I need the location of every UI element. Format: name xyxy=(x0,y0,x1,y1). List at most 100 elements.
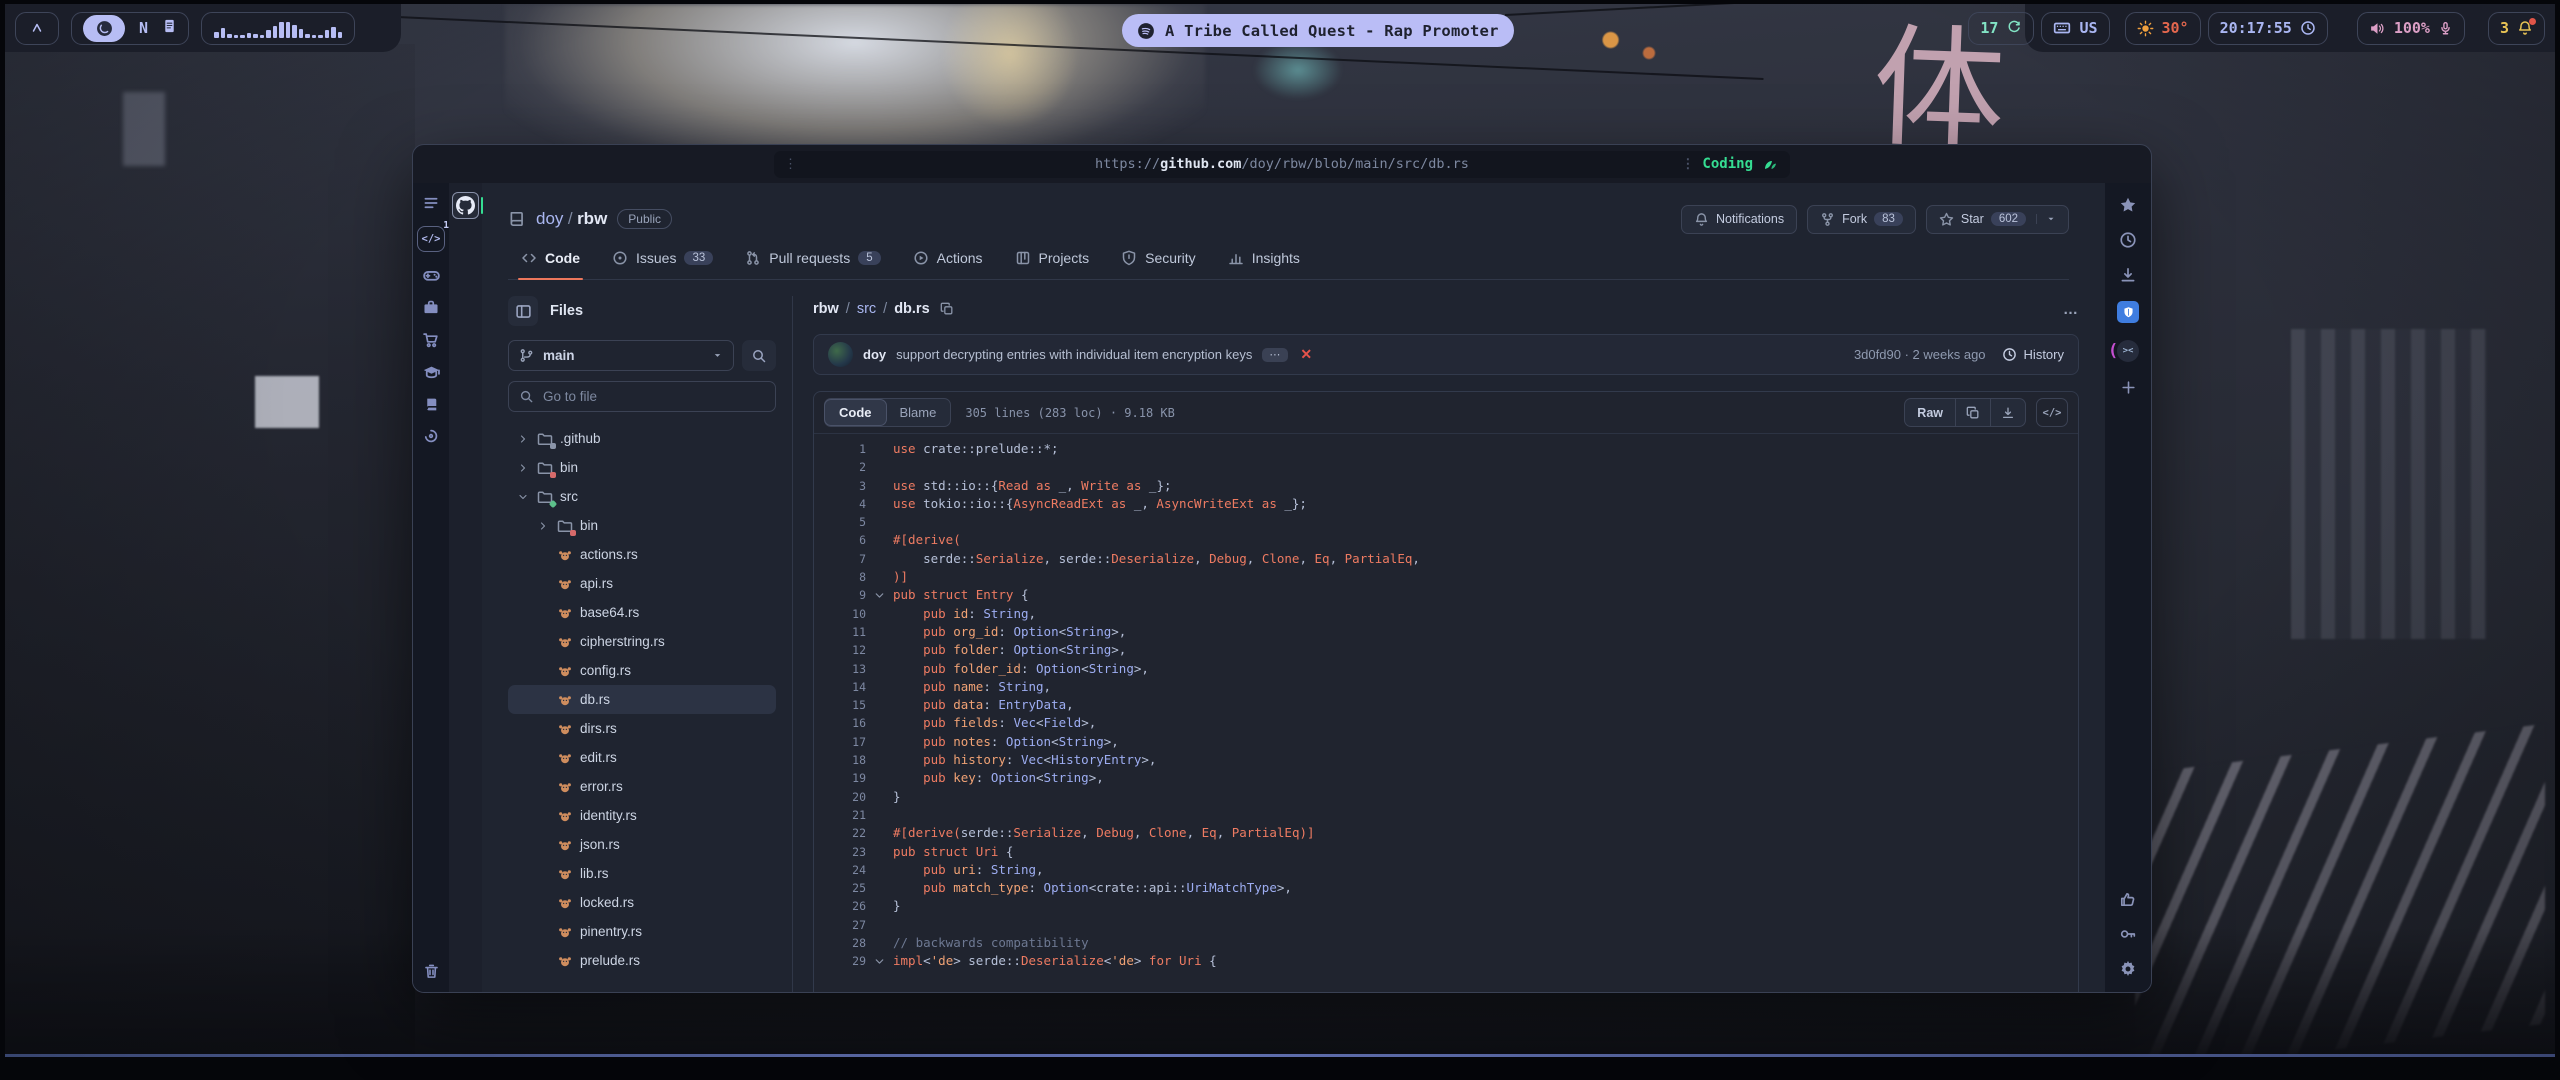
branch-selector[interactable]: main xyxy=(508,340,734,371)
extension-icon[interactable]: ( >< xyxy=(2117,340,2139,362)
trash-icon[interactable] xyxy=(423,963,440,980)
tree-item-api.rs[interactable]: api.rs xyxy=(508,569,776,598)
tray-keyboard-layout[interactable]: US xyxy=(2041,12,2109,45)
ci-status-failed-icon[interactable]: ✕ xyxy=(1300,346,1312,363)
spiral-icon[interactable] xyxy=(422,427,440,445)
copy-file-button[interactable] xyxy=(1956,399,1990,426)
line-number[interactable]: 6 xyxy=(814,531,866,549)
star-count[interactable]: 602 xyxy=(1991,212,2026,226)
line-number[interactable]: 18 xyxy=(814,751,866,769)
download-file-button[interactable] xyxy=(1991,399,2025,426)
line-number[interactable]: 1 xyxy=(814,440,866,458)
notifications-button[interactable]: Notifications xyxy=(1681,205,1797,234)
tray-volume[interactable]: 100% xyxy=(2357,12,2465,45)
commit-message[interactable]: support decrypting entries with individu… xyxy=(896,347,1252,362)
workspace-docs[interactable] xyxy=(162,18,177,38)
raw-button[interactable]: Raw xyxy=(1905,406,1955,420)
tree-item-error.rs[interactable]: error.rs xyxy=(508,772,776,801)
thumbs-up-icon[interactable] xyxy=(2119,890,2137,908)
line-number[interactable]: 13 xyxy=(814,660,866,678)
copy-path-button[interactable] xyxy=(940,302,954,316)
tray-weather[interactable]: 30° xyxy=(2125,12,2201,45)
line-number[interactable]: 25 xyxy=(814,879,866,897)
tab-issues[interactable]: Issues 33 xyxy=(599,250,726,279)
reading-list-icon[interactable] xyxy=(422,194,440,212)
workspace-n[interactable]: N xyxy=(139,19,148,37)
briefcase-icon[interactable] xyxy=(422,299,440,317)
gamepad-icon[interactable] xyxy=(422,266,441,285)
tree-item-edit.rs[interactable]: edit.rs xyxy=(508,743,776,772)
fold-toggle[interactable] xyxy=(866,589,893,602)
tab-insights[interactable]: Insights xyxy=(1215,250,1313,279)
downloads-icon[interactable] xyxy=(2119,266,2137,284)
grip-handle[interactable]: ⋮ xyxy=(1681,157,1693,172)
line-number[interactable]: 23 xyxy=(814,843,866,861)
tab-pull-requests[interactable]: Pull requests 5 xyxy=(732,250,893,279)
media-player-widget[interactable]: A Tribe Called Quest - Rap Promoter xyxy=(1122,14,1514,47)
history-button[interactable]: History xyxy=(2002,347,2064,362)
tray-updates[interactable]: 17 xyxy=(1968,12,2034,45)
line-number[interactable]: 29 xyxy=(814,952,866,970)
line-number[interactable]: 10 xyxy=(814,605,866,623)
more-options-button[interactable]: … xyxy=(2063,301,2079,318)
line-number[interactable]: 26 xyxy=(814,897,866,915)
tree-item-actions.rs[interactable]: actions.rs xyxy=(508,540,776,569)
star-caret[interactable] xyxy=(2036,214,2056,224)
tree-item-pinentry.rs[interactable]: pinentry.rs xyxy=(508,917,776,946)
line-number[interactable]: 7 xyxy=(814,550,866,568)
tree-item-base64.rs[interactable]: base64.rs xyxy=(508,598,776,627)
tree-item-src[interactable]: src xyxy=(508,482,776,511)
line-number[interactable]: 5 xyxy=(814,513,866,531)
grip-handle[interactable]: ⋮ xyxy=(784,157,796,172)
breadcrumb-dir[interactable]: src xyxy=(857,301,876,317)
url-field[interactable]: ⋮ https://github.com/doy/rbw/blob/main/s… xyxy=(774,151,1790,178)
tray-notifications[interactable]: 3 xyxy=(2488,12,2545,45)
book-icon[interactable] xyxy=(423,396,440,413)
commit-sha[interactable]: 3d0fd90 xyxy=(1854,347,1901,362)
cart-icon[interactable] xyxy=(422,331,440,349)
tab-security[interactable]: Security xyxy=(1108,250,1209,279)
tree-item-.github[interactable]: .github xyxy=(508,424,776,453)
graduation-cap-icon[interactable] xyxy=(422,363,441,382)
line-number[interactable]: 22 xyxy=(814,824,866,842)
line-number[interactable]: 16 xyxy=(814,714,866,732)
history-clock-icon[interactable] xyxy=(2119,231,2137,249)
settings-gear-icon[interactable] xyxy=(2119,960,2137,978)
tab-github[interactable] xyxy=(452,192,479,219)
collapse-sidebar-button[interactable] xyxy=(508,296,538,326)
tree-item-config.rs[interactable]: config.rs xyxy=(508,656,776,685)
tree-item-json.rs[interactable]: json.rs xyxy=(508,830,776,859)
tree-item-db.rs[interactable]: db.rs xyxy=(508,685,776,714)
fork-count[interactable]: 83 xyxy=(1874,212,1903,226)
symbols-button[interactable]: </> xyxy=(2036,398,2068,427)
repo-name-link[interactable]: rbw xyxy=(577,209,607,228)
line-number[interactable]: 8 xyxy=(814,568,866,586)
tree-item-dirs.rs[interactable]: dirs.rs xyxy=(508,714,776,743)
line-number[interactable]: 4 xyxy=(814,495,866,513)
search-files-button[interactable] xyxy=(742,340,776,371)
panel-divider[interactable] xyxy=(792,296,793,992)
breadcrumb-repo[interactable]: rbw xyxy=(813,301,839,317)
commit-sha-time[interactable]: 3d0fd90 · 2 weeks ago xyxy=(1854,347,1986,362)
tab-projects[interactable]: Projects xyxy=(1002,250,1103,279)
bookmarks-star-icon[interactable] xyxy=(2119,196,2137,214)
repo-owner-link[interactable]: doy xyxy=(536,209,563,228)
line-number[interactable]: 11 xyxy=(814,623,866,641)
tree-item-cipherstring.rs[interactable]: cipherstring.rs xyxy=(508,627,776,656)
line-number[interactable]: 2 xyxy=(814,458,866,476)
add-panel-icon[interactable] xyxy=(2120,379,2137,396)
line-number[interactable]: 20 xyxy=(814,788,866,806)
fold-toggle[interactable] xyxy=(866,955,893,968)
line-number[interactable]: 12 xyxy=(814,641,866,659)
tree-item-prelude.rs[interactable]: prelude.rs xyxy=(508,946,776,975)
tray-clock[interactable]: 20:17:55 xyxy=(2208,12,2328,45)
workspace-browser-active[interactable] xyxy=(83,15,125,42)
line-number[interactable]: 24 xyxy=(814,861,866,879)
launcher-button[interactable] xyxy=(15,12,59,45)
avatar[interactable] xyxy=(828,342,853,367)
key-icon[interactable] xyxy=(2119,925,2137,943)
line-number[interactable]: 17 xyxy=(814,733,866,751)
workspace-code-tab[interactable]: </> 1 xyxy=(417,226,445,252)
line-number[interactable]: 14 xyxy=(814,678,866,696)
blame-tab[interactable]: Blame xyxy=(886,399,951,426)
